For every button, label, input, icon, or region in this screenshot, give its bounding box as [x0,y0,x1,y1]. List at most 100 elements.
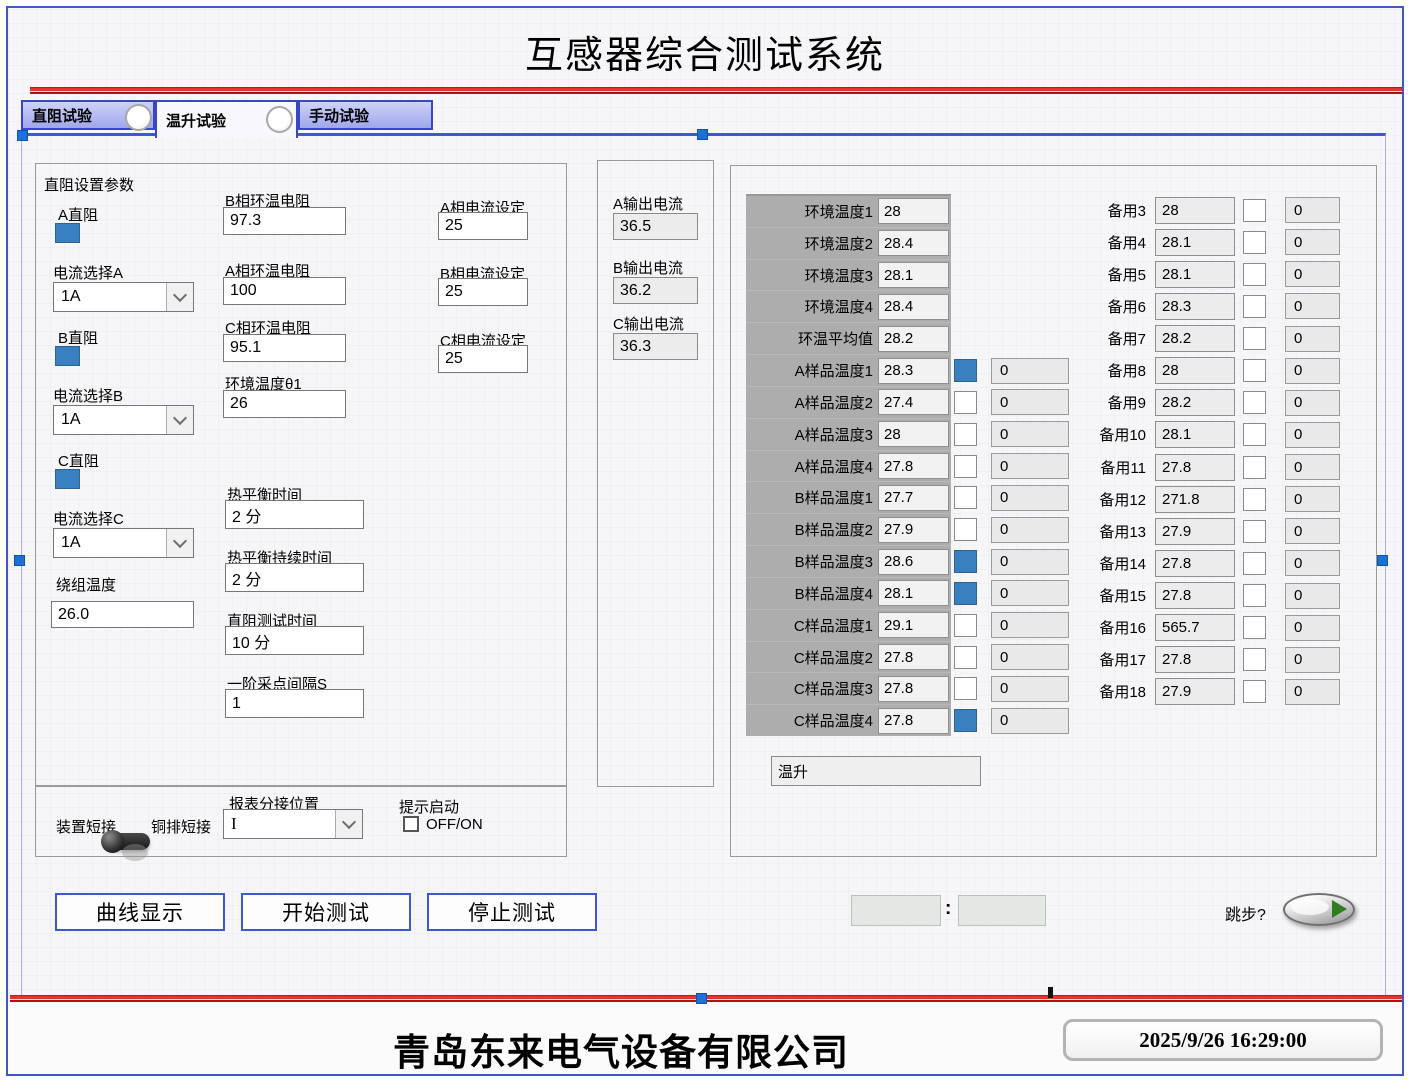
spare-row-value: 28.3 [1155,293,1235,320]
spare-row-label: 备用18 [1088,681,1146,702]
temp-row-value: 28.2 [878,326,949,352]
tab-radio-indicator-1[interactable] [125,104,152,131]
chevron-down-icon[interactable] [335,810,362,838]
temp-row-checkbox[interactable] [954,423,977,446]
spare-row-checkbox[interactable] [1243,616,1266,639]
spare-row-aux-value: 0 [1285,550,1340,576]
output-current-field: A输出电流 36.5 [613,193,708,243]
temp-row-checkbox[interactable] [954,709,977,732]
temperature-row: A样品温度1 28.3 0 [746,354,951,386]
spare-row-value: 27.8 [1155,550,1235,577]
temp-row-checkbox[interactable] [954,518,977,541]
spare-row-checkbox[interactable] [1243,295,1266,318]
tab-label: 手动试验 [309,105,369,126]
spare-row-label: 备用3 [1088,200,1146,221]
spare-row-label: 备用6 [1088,296,1146,317]
field-input[interactable]: 25 [438,278,528,306]
temp-row-value: 27.7 [878,485,949,511]
spare-row-aux-value: 0 [1285,583,1340,609]
spare-channel-table: 备用3 28 0 备用4 28.1 0 备用5 28.1 0 [1088,194,1350,708]
action-buttons: 曲线显示 开始测试 停止测试 [55,893,597,931]
temperature-row: A样品温度3 28 0 [746,418,951,450]
tab[interactable]: 手动试验 [298,100,433,130]
spare-row-checkbox[interactable] [1243,680,1266,703]
temp-row-aux-value: 0 [991,485,1069,511]
spare-row-label: 备用5 [1088,264,1146,285]
selection-handle [14,555,25,566]
temp-row-label: A样品温度1 [746,360,878,381]
temp-row-checkbox[interactable] [954,391,977,414]
spare-row-checkbox[interactable] [1243,456,1266,479]
spare-row-checkbox[interactable] [1243,423,1266,446]
toggle-knob-icon [101,830,124,853]
temperature-row: 环境温度2 28.4 [746,227,951,259]
current-setpoint-fields: A相电流设定 25 B相电流设定 25 C相电流设定 25 [36,164,566,786]
short-toggle-switch[interactable] [104,833,150,850]
field-label: C输出电流 [613,313,684,334]
temp-row-checkbox[interactable] [954,550,977,573]
temp-row-label: C样品温度1 [746,615,878,636]
temp-row-label: A样品温度2 [746,392,878,413]
spare-row-checkbox[interactable] [1243,263,1266,286]
spare-row-value: 28.1 [1155,421,1235,448]
prompt-checkbox-label: OFF/ON [426,816,483,833]
temp-row-checkbox[interactable] [954,677,977,700]
spare-row-checkbox[interactable] [1243,520,1266,543]
spare-row-checkbox[interactable] [1243,552,1266,575]
temp-row-label: 环境温度4 [746,296,878,317]
spare-row: 备用4 28.1 0 [1088,226,1350,258]
spare-row-checkbox[interactable] [1243,648,1266,671]
timer-minute-field [958,895,1046,926]
spare-row-value: 28.1 [1155,261,1235,288]
spare-row-aux-value: 0 [1285,518,1340,544]
temp-row-aux-value: 0 [991,421,1069,447]
spare-row-aux-value: 0 [1285,229,1340,255]
temperature-row: 环境温度4 28.4 [746,290,951,322]
spare-row-aux-value: 0 [1285,679,1340,705]
temp-row-aux-value: 0 [991,580,1069,606]
temp-row-checkbox[interactable] [954,486,977,509]
field-input[interactable]: 25 [438,345,528,373]
spare-row-checkbox[interactable] [1243,488,1266,511]
spare-row-label: 备用13 [1088,521,1146,542]
spare-row-checkbox[interactable] [1243,359,1266,382]
prompt-checkbox[interactable] [403,816,419,832]
action-button[interactable]: 开始测试 [241,893,411,931]
action-button[interactable]: 曲线显示 [55,893,225,931]
temp-row-value: 27.8 [878,644,949,670]
spare-row: 备用14 27.8 0 [1088,547,1350,579]
spare-row-aux-value: 0 [1285,615,1340,641]
temp-row-value: 28 [878,421,949,447]
temp-row-aux-value: 0 [991,708,1069,734]
datetime-display: 2025/9/26 16:29:00 [1063,1019,1383,1061]
action-button[interactable]: 停止测试 [427,893,597,931]
spare-row-aux-value: 0 [1285,454,1340,480]
spare-row-value: 27.9 [1155,518,1235,545]
temperature-row: B样品温度3 28.6 0 [746,545,951,577]
spare-row-checkbox[interactable] [1243,584,1266,607]
tab-label: 直阻试验 [32,105,92,126]
spare-row: 备用17 27.8 0 [1088,644,1350,676]
temperature-row: 环境温度1 28 [746,196,951,227]
tab-radio-indicator-2[interactable] [266,106,293,133]
spare-row-value: 28.2 [1155,325,1235,352]
spare-row-checkbox[interactable] [1243,199,1266,222]
temp-row-checkbox[interactable] [954,455,977,478]
cursor-artifact [1048,987,1053,998]
temp-row-aux-value: 0 [991,358,1069,384]
temp-row-checkbox[interactable] [954,646,977,669]
temp-row-checkbox[interactable] [954,614,977,637]
tap-position-dropdown[interactable]: I [223,809,363,839]
field-input[interactable]: 25 [438,212,528,240]
temp-row-checkbox[interactable] [954,359,977,382]
skip-button[interactable] [1283,893,1355,926]
temp-row-label: C样品温度3 [746,678,878,699]
spare-row-checkbox[interactable] [1243,391,1266,414]
spare-row: 备用5 28.1 0 [1088,258,1350,290]
page-title: 互感器综合测试系统 [0,24,1410,79]
temp-row-checkbox[interactable] [954,582,977,605]
temperature-row: 环温平均值 28.2 [746,322,951,354]
spare-row-checkbox[interactable] [1243,231,1266,254]
spare-row-checkbox[interactable] [1243,327,1266,350]
spare-row-label: 备用4 [1088,232,1146,253]
